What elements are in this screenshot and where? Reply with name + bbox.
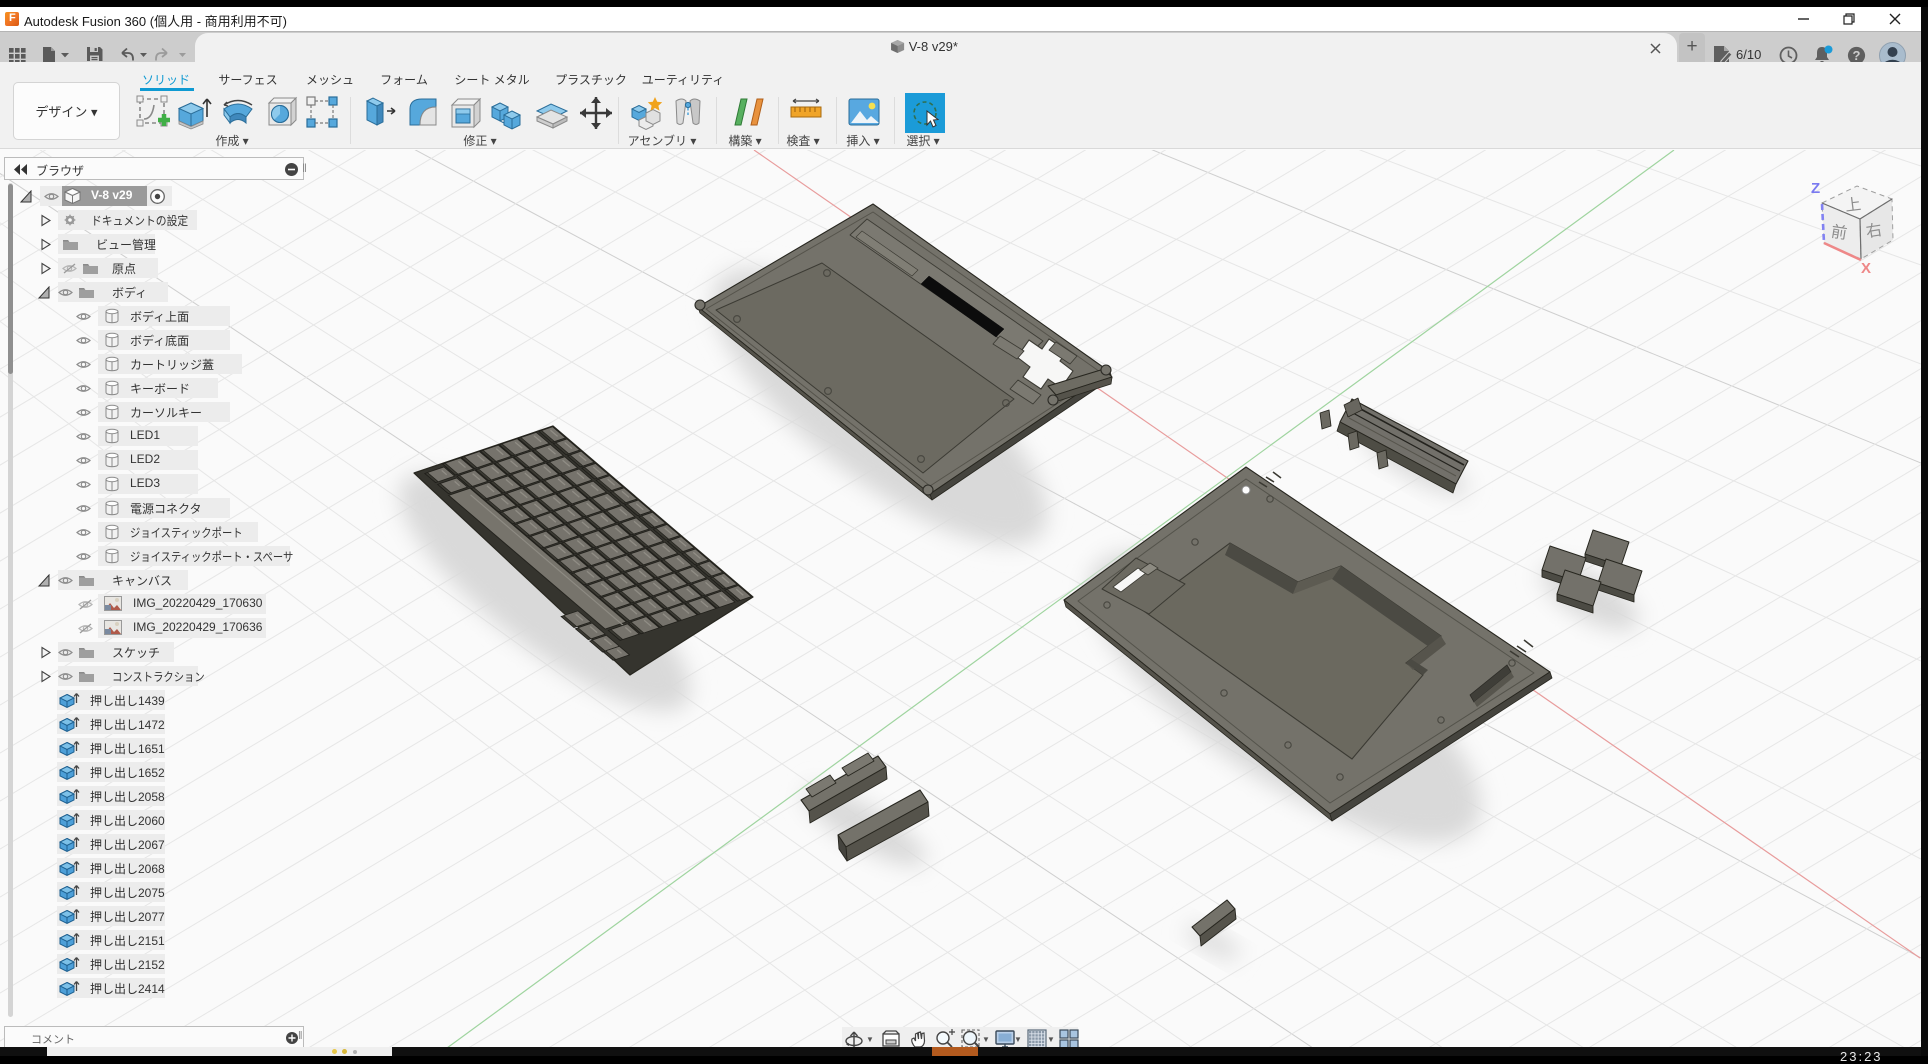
svg-text:Z: Z <box>1811 180 1820 197</box>
svg-text:前: 前 <box>1830 223 1849 243</box>
svg-text:X: X <box>1861 260 1871 277</box>
svg-text:上: 上 <box>1844 195 1862 215</box>
svg-text:右: 右 <box>1865 221 1884 241</box>
svg-text:?: ? <box>1853 48 1861 63</box>
